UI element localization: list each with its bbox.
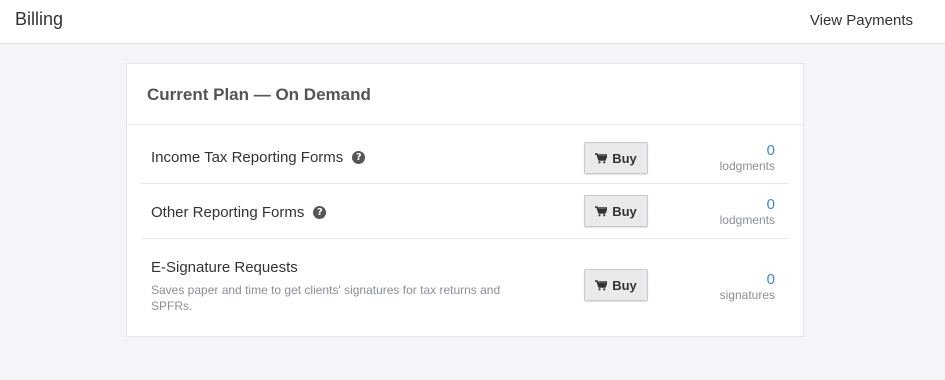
lodgments-count: 0 lodgments <box>675 196 775 227</box>
count-unit: lodgments <box>719 159 775 173</box>
card-header: Current Plan — On Demand <box>127 64 803 125</box>
buy-esignature-button[interactable]: Buy <box>584 269 648 301</box>
plan-item-label: Income Tax Reporting Forms <box>151 149 344 166</box>
buy-label: Buy <box>612 277 637 293</box>
plan-item-label: Other Reporting Forms <box>151 204 305 221</box>
cart-icon <box>595 279 608 290</box>
plan-item-label-wrap: E-Signature Requests <box>151 259 298 276</box>
signatures-count: 0 signatures <box>675 271 775 302</box>
question-circle-icon[interactable]: ? <box>352 151 366 164</box>
question-circle-icon[interactable]: ? <box>313 206 327 219</box>
plan-item-label-wrap: Other Reporting Forms ? <box>151 204 327 221</box>
top-bar: Billing View Payments <box>0 0 945 44</box>
current-plan-card: Current Plan — On Demand Income Tax Repo… <box>126 63 804 337</box>
plan-item-label-wrap: Income Tax Reporting Forms ? <box>151 149 366 166</box>
plan-item-esignature: E-Signature Requests Saves paper and tim… <box>141 239 789 329</box>
plan-item-description: Saves paper and time to get clients' sig… <box>151 283 501 313</box>
count-value: 0 <box>766 142 775 159</box>
buy-income-tax-button[interactable]: Buy <box>584 142 648 174</box>
cart-icon <box>595 152 608 163</box>
buy-other-reporting-button[interactable]: Buy <box>584 195 648 227</box>
plan-item-other-reporting: Other Reporting Forms ? Buy 0 lodgments <box>141 184 789 239</box>
plan-title: Current Plan — On Demand <box>147 85 371 104</box>
buy-label: Buy <box>612 203 637 219</box>
count-value: 0 <box>766 271 775 288</box>
count-unit: lodgments <box>719 213 775 227</box>
buy-label: Buy <box>612 150 637 166</box>
plan-item-label: E-Signature Requests <box>151 259 298 276</box>
cart-icon <box>595 205 608 216</box>
plan-item-income-tax: Income Tax Reporting Forms ? Buy 0 lodgm… <box>141 126 789 184</box>
count-value: 0 <box>766 196 775 213</box>
lodgments-count: 0 lodgments <box>675 142 775 173</box>
count-unit: signatures <box>719 288 775 302</box>
page-title: Billing <box>15 9 64 29</box>
view-payments-link[interactable]: View Payments <box>810 12 913 29</box>
